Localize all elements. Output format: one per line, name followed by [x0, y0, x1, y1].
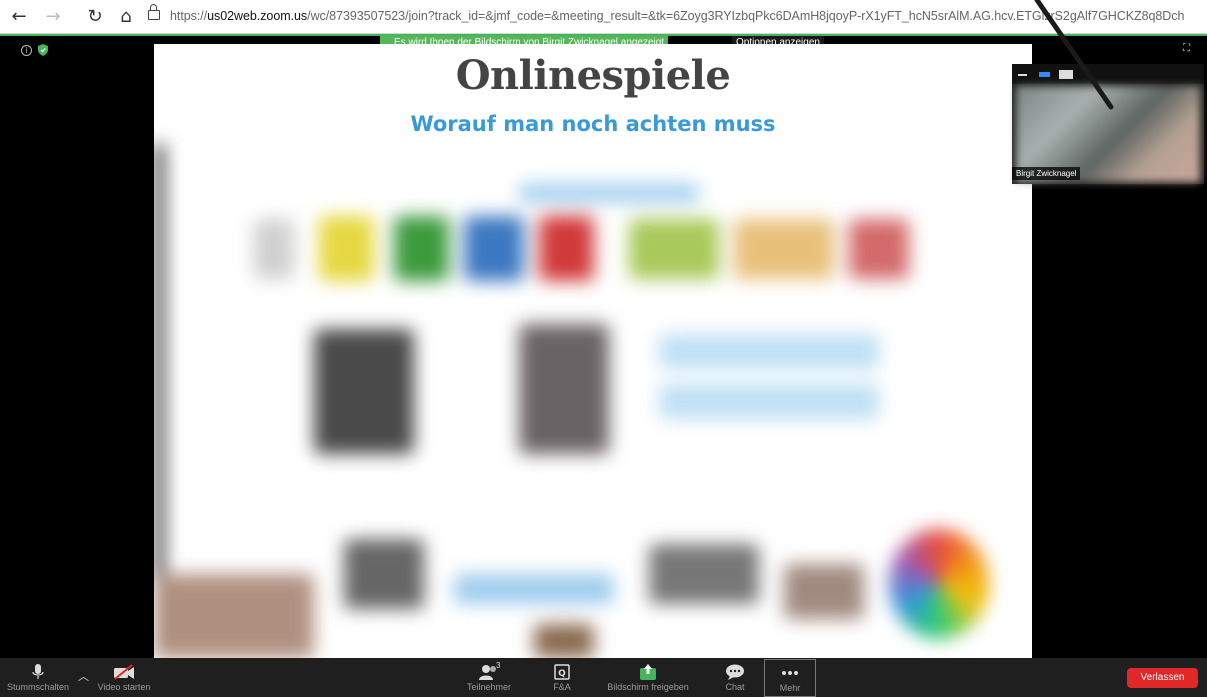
browser-toolbar: ← → ↻ ⌂ https://us02web.zoom.us/wc/87393… — [0, 0, 1207, 34]
slide-title: Onlinespiele — [455, 52, 731, 99]
video-label: Video starten — [97, 682, 151, 692]
more-dots-icon — [782, 671, 798, 675]
back-arrow-icon[interactable]: ← — [8, 7, 30, 27]
participant-name: Birgit Zwicknagel — [1012, 167, 1081, 180]
lock-icon[interactable] — [148, 4, 160, 20]
url-path: /wc/87393507523/join?track_id=&jmf_code=… — [307, 9, 1185, 23]
chat-label: Chat — [725, 682, 745, 692]
blurred-slide-content — [154, 144, 1032, 658]
video-panel-controls — [1012, 64, 1204, 84]
info-icon[interactable]: i — [21, 45, 32, 56]
maximize-icon[interactable] — [1059, 70, 1073, 79]
minimize-icon[interactable] — [1018, 74, 1027, 76]
qa-button[interactable]: Q F&A — [546, 658, 578, 697]
url-host: us02web.zoom.us — [207, 9, 308, 23]
reload-icon[interactable]: ↻ — [84, 7, 106, 27]
address-bar[interactable]: https://us02web.zoom.us/wc/87393507523/j… — [170, 9, 1184, 23]
share-screen-button[interactable]: Bildschirm freigeben — [598, 658, 698, 697]
shared-screen: Onlinespiele Worauf man noch achten muss — [154, 44, 1032, 658]
home-icon[interactable]: ⌂ — [115, 7, 137, 27]
participants-count: 3 — [496, 661, 501, 670]
mute-button[interactable]: Stummschalten — [0, 658, 76, 697]
mute-label: Stummschalten — [6, 682, 70, 692]
chat-button[interactable]: Chat — [712, 658, 758, 697]
fullscreen-icon[interactable]: ⛶ — [1183, 44, 1195, 56]
meeting-toolbar: Stummschalten ︿ Video starten 3 Teilnehm… — [0, 658, 1207, 697]
leave-meeting-button[interactable]: Verlassen — [1127, 668, 1198, 688]
share-label: Bildschirm freigeben — [607, 682, 689, 692]
svg-text:Q: Q — [558, 669, 566, 679]
participant-video-panel[interactable]: Birgit Zwicknagel — [1012, 64, 1204, 184]
start-video-button[interactable]: Video starten — [92, 658, 156, 697]
shield-icon[interactable] — [38, 44, 48, 56]
qa-icon: Q — [554, 664, 570, 680]
video-off-icon — [114, 664, 134, 680]
participants-button[interactable]: 3 Teilnehmer — [456, 658, 522, 697]
microphone-icon — [32, 664, 44, 679]
share-screen-icon — [640, 664, 656, 680]
url-prefix: https:// — [170, 9, 208, 23]
participants-label: Teilnehmer — [466, 682, 512, 692]
more-label: Mehr — [779, 683, 801, 693]
forward-arrow-icon[interactable]: → — [42, 7, 64, 27]
qa-label: F&A — [553, 682, 571, 692]
audio-options-chevron-icon[interactable]: ︿ — [78, 668, 89, 684]
more-button[interactable]: Mehr — [764, 659, 816, 697]
chat-icon — [726, 664, 744, 680]
slide-subtitle: Worauf man noch achten muss — [410, 112, 776, 136]
strip-view-icon[interactable] — [1039, 72, 1050, 77]
